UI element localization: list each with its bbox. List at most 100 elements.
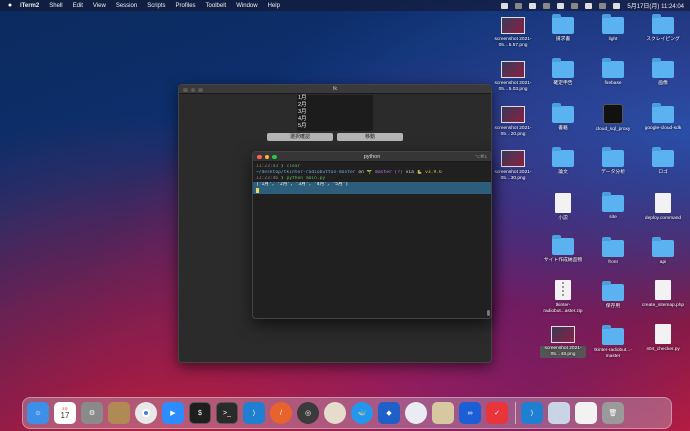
desktop-folder-scraping[interactable]: スクレイピング <box>640 14 686 43</box>
preview-icon[interactable] <box>432 402 454 424</box>
menu-extra-icon[interactable] <box>515 2 523 9</box>
desktop-file-screenshot-selected[interactable]: screenshot 2021-05…48.png <box>540 326 586 358</box>
sequel-pro-icon[interactable] <box>324 402 346 424</box>
desktop-folder-site[interactable]: site <box>590 192 636 221</box>
menu-scripts[interactable]: Scripts <box>147 3 165 9</box>
desktop-folder-storage[interactable]: 保存用 <box>590 281 636 310</box>
listbox-item[interactable]: 2月 <box>297 102 373 109</box>
document-icon <box>655 280 671 300</box>
vscode-recent-icon[interactable]: ⟩ <box>521 402 543 424</box>
desktop-folder-api[interactable]: api <box>640 237 686 266</box>
system-preferences-icon[interactable]: ⚙ <box>81 402 103 424</box>
desktop-folder-images[interactable]: 画像 <box>640 58 686 87</box>
chrome-icon[interactable] <box>135 402 157 424</box>
contacts-icon[interactable] <box>108 402 130 424</box>
month-listbox[interactable]: 1月 2月 3月 4月 5月 <box>297 95 373 131</box>
desktop-folder-data-analysis[interactable]: データ分析 <box>590 147 636 176</box>
desktop-file-create-sitemap[interactable]: create_sitemap.php <box>640 280 686 309</box>
battery-icon[interactable] <box>571 2 579 9</box>
menu-clock[interactable]: 5月17日(月) 11:24:04 <box>627 1 684 10</box>
close-button[interactable] <box>183 87 188 92</box>
document-icon <box>655 193 671 213</box>
document-file-icon[interactable] <box>575 402 597 424</box>
minimize-button[interactable] <box>264 154 269 159</box>
control-center-icon[interactable] <box>613 2 621 9</box>
dock-separator <box>515 402 516 424</box>
tasks-icon[interactable]: ✓ <box>486 402 508 424</box>
menu-profiles[interactable]: Profiles <box>176 3 196 9</box>
menu-toolbelt[interactable]: Toolbelt <box>206 3 227 9</box>
terminal-title: python <box>363 153 381 160</box>
terminal-scrollbar[interactable] <box>487 310 490 316</box>
desktop-folder-light[interactable]: light <box>590 14 636 43</box>
listbox-item[interactable]: 1月 <box>297 95 373 102</box>
desktop-file-screenshot-3[interactable]: screenshot 2021-05…20.png <box>490 106 536 138</box>
menu-session[interactable]: Session <box>116 3 137 9</box>
search-icon[interactable] <box>599 2 607 9</box>
trash-icon[interactable]: 🗑 <box>602 402 624 424</box>
folder-icon <box>552 235 574 255</box>
keyboard-icon[interactable] <box>557 2 565 9</box>
keynote-icon[interactable] <box>405 402 427 424</box>
desktop-folder-logo[interactable]: ロゴ <box>640 147 686 176</box>
desktop-folder-tax[interactable]: 確定申告 <box>540 58 586 87</box>
confirm-selection-button[interactable]: 選択確認 <box>267 133 333 141</box>
wifi-icon[interactable] <box>585 2 593 9</box>
vscode-icon[interactable]: ⟩ <box>243 402 265 424</box>
docker-icon[interactable]: 🐳 <box>351 402 373 424</box>
zoom-button[interactable] <box>198 87 203 92</box>
image-file-icon[interactable] <box>548 402 570 424</box>
paypal-icon[interactable] <box>529 2 537 9</box>
desktop-file-deploy-command[interactable]: deploy.command <box>640 193 686 222</box>
desktop-file-404-checker[interactable]: 404_checker.py <box>640 324 686 353</box>
desktop-folder-papers[interactable]: 論文 <box>540 147 586 176</box>
desktop-folder-firebase[interactable]: firebase <box>590 58 636 87</box>
menu-shell[interactable]: Shell <box>49 3 62 9</box>
desktop-folder-google-cloud-sdk[interactable]: google-cloud-sdk <box>640 103 686 132</box>
menu-view[interactable]: View <box>93 3 106 9</box>
desktop-file-novel[interactable]: 小説 <box>540 193 586 222</box>
desktop-file-zip[interactable]: tkinter-radiobut...aster.zip <box>540 280 586 315</box>
document-icon <box>555 193 571 213</box>
tk-titlebar[interactable]: tk <box>179 85 491 94</box>
desktop-folder-books[interactable]: 書籍 <box>540 103 586 132</box>
menu-help[interactable]: Help <box>268 3 280 9</box>
calendar-icon[interactable]: 5月 17 <box>54 402 76 424</box>
terminal-output[interactable]: 11:23:43 ❯ clear ~/desktop/tkinter-radio… <box>253 162 491 196</box>
desktop-folder-invoice[interactable]: 請求書 <box>540 14 586 43</box>
finder-icon[interactable]: ☺ <box>27 402 49 424</box>
menu-app-name[interactable]: iTerm2 <box>20 3 39 9</box>
listbox-item[interactable]: 4月 <box>297 116 373 123</box>
zoom-button[interactable] <box>272 154 277 159</box>
minimize-button[interactable] <box>190 87 195 92</box>
desktop-folder-site-deliverables[interactable]: サイト作成納品物 <box>540 235 586 264</box>
desktop-file-screenshot-1[interactable]: screenshot 2021-05…5.57.png <box>490 17 536 49</box>
menu-window[interactable]: Window <box>236 3 257 9</box>
bluetooth-icon[interactable] <box>543 2 551 9</box>
listbox-item[interactable]: 5月 <box>297 123 373 130</box>
listbox-item[interactable]: 3月 <box>297 109 373 116</box>
zoom-icon[interactable]: ▶ <box>162 402 184 424</box>
folder-icon <box>552 147 574 167</box>
desktop-folder-front[interactable]: front <box>590 237 636 266</box>
apple-menu-icon[interactable]: ● <box>6 2 14 9</box>
desktop-app-cloud-sql-proxy[interactable]: cloud_sql_proxy <box>590 104 636 133</box>
desktop-folder-tkinter-master[interactable]: tkinter-radiobut...-master <box>590 325 636 360</box>
terminal-window[interactable]: python ⌥⌘1 11:23:43 ❯ clear ~/desktop/tk… <box>252 151 492 319</box>
image-thumbnail-icon <box>551 326 575 343</box>
quicktime-icon[interactable]: ◎ <box>297 402 319 424</box>
transmit-icon[interactable]: / <box>270 402 292 424</box>
text-cursor <box>256 188 259 193</box>
terminal-titlebar[interactable]: python ⌥⌘1 <box>253 152 491 162</box>
infinity-icon[interactable]: ∞ <box>459 402 481 424</box>
menu-bar: ● iTerm2 Shell Edit View Session Scripts… <box>0 0 690 11</box>
dropbox-icon[interactable] <box>501 2 509 9</box>
close-button[interactable] <box>257 154 262 159</box>
sourcetree-icon[interactable]: ◆ <box>378 402 400 424</box>
desktop-file-screenshot-2[interactable]: screenshot 2021-05…5.03.png <box>490 61 536 93</box>
menu-edit[interactable]: Edit <box>73 3 83 9</box>
desktop-file-screenshot-4[interactable]: screenshot 2021-05…30.png <box>490 150 536 182</box>
iterm-icon[interactable]: $ <box>189 402 211 424</box>
terminal-icon[interactable]: >_ <box>216 402 238 424</box>
move-button[interactable]: 移動 <box>337 133 403 141</box>
